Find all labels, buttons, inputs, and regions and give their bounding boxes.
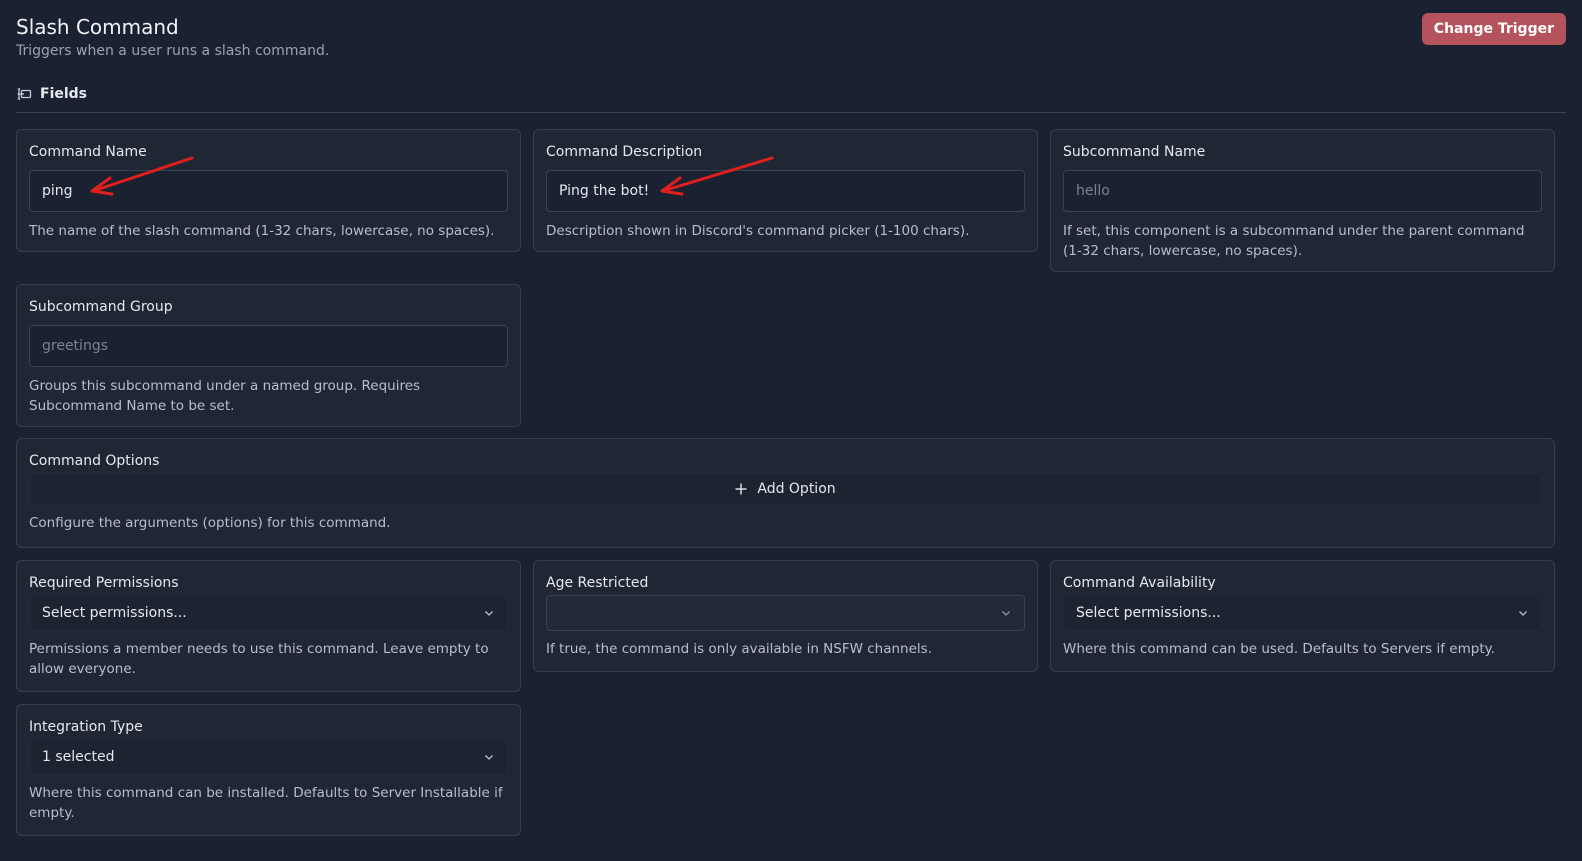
chevron-down-icon [485,755,493,760]
header: Slash Command Triggers when a user runs … [16,14,329,60]
command-options-card: Command Options Add Option Configure the… [16,438,1555,548]
command-availability-help: Where this command can be used. Defaults… [1063,641,1495,657]
add-option-label: Add Option [757,481,836,497]
command-name-card: Command Name The name of the slash comma… [16,129,521,252]
page: Slash Command Triggers when a user runs … [0,0,1582,861]
subcommand-name-label: Subcommand Name [1063,144,1206,160]
subcommand-name-card: Subcommand Name If set, this component i… [1050,129,1555,272]
required-permissions-help: Permissions a member needs to use this c… [29,641,489,677]
command-description-input[interactable] [546,170,1025,212]
subcommand-group-label: Subcommand Group [29,299,173,315]
age-restricted-help: If true, the command is only available i… [546,641,932,657]
chevron-down-icon [1519,611,1527,616]
command-availability-label: Command Availability [1063,575,1216,591]
integration-type-card: Integration Type 1 selected Where this c… [16,704,521,836]
command-availability-card: Command Availability Select permissions.… [1050,560,1555,672]
required-permissions-value: Select permissions... [42,605,187,621]
command-options-help: Configure the arguments (options) for th… [29,515,391,531]
chevron-down-icon [485,611,493,616]
add-option-button[interactable]: Add Option [29,473,1542,505]
command-name-help: The name of the slash command (1-32 char… [29,223,495,239]
command-description-card: Command Description Description shown in… [533,129,1038,252]
age-restricted-card: Age Restricted If true, the command is o… [533,560,1038,672]
required-permissions-select[interactable]: Select permissions... [29,595,508,631]
page-subtitle: Triggers when a user runs a slash comman… [16,43,330,59]
integration-type-value: 1 selected [42,749,115,765]
change-trigger-button[interactable]: Change Trigger [1421,13,1566,45]
command-availability-select[interactable]: Select permissions... [1063,595,1542,631]
subcommand-name-help: If set, this component is a subcommand u… [1063,223,1525,259]
integration-type-help: Where this command can be installed. Def… [29,785,503,821]
subcommand-group-card: Subcommand Group Groups this subcommand … [16,284,521,427]
command-name-input[interactable] [29,170,508,212]
required-permissions-label: Required Permissions [29,575,179,591]
command-description-label: Command Description [546,144,703,160]
command-options-label: Command Options [29,453,160,469]
plus-icon [735,483,747,495]
subcommand-group-help: Groups this subcommand under a named gro… [29,378,421,414]
integration-type-select[interactable]: 1 selected [29,739,508,775]
subcommand-name-input[interactable] [1063,170,1542,212]
command-description-help: Description shown in Discord's command p… [546,223,970,239]
age-restricted-select[interactable] [546,595,1025,631]
fields-section-label: Fields [40,86,88,102]
age-restricted-label: Age Restricted [546,575,649,591]
fields-section-header: Fields [16,84,1566,113]
required-permissions-card: Required Permissions Select permissions.… [16,560,521,692]
chevron-down-icon [1002,611,1010,616]
page-title: Slash Command [16,15,179,39]
command-availability-value: Select permissions... [1076,605,1221,621]
command-name-label: Command Name [29,144,147,160]
integration-type-label: Integration Type [29,719,143,735]
input-field-icon [17,88,32,100]
subcommand-group-input[interactable] [29,325,508,367]
